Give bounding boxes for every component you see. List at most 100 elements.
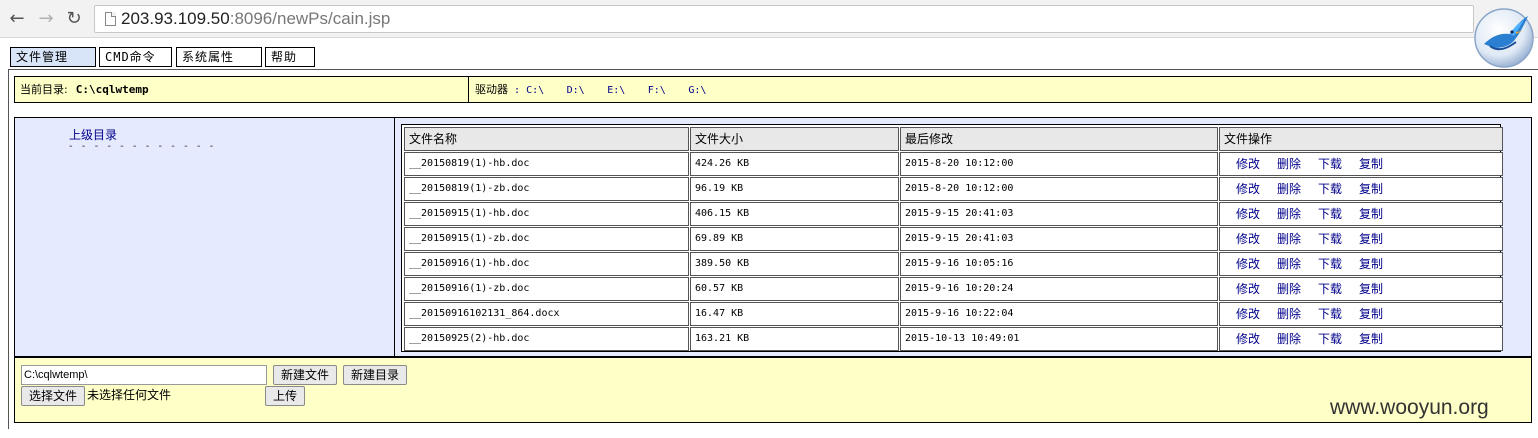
copy-link[interactable]: 复制 xyxy=(1359,282,1383,296)
upload-button[interactable]: 上传 xyxy=(265,386,305,406)
menu-system-properties[interactable]: 系统属性 xyxy=(176,47,262,67)
back-arrow-icon[interactable]: ← xyxy=(5,7,29,31)
cell-file-ops: 修改 删除 下载 复制 xyxy=(1219,252,1503,276)
watermark-text: www.wooyun.org xyxy=(1330,396,1489,419)
reload-icon[interactable]: ↻ xyxy=(62,7,86,31)
current-directory-value: C:\cqlwtemp xyxy=(75,83,149,96)
choose-file-button[interactable]: 选择文件 xyxy=(21,386,85,406)
forward-arrow-icon[interactable]: → xyxy=(34,7,58,31)
edit-link[interactable]: 修改 xyxy=(1236,332,1260,346)
drive-link-c[interactable]: C:\ xyxy=(526,85,544,96)
file-browser-panel: 上级目录 - - - - - - - - - - - - 文件名称 文件大小 最… xyxy=(14,117,1532,357)
edit-link[interactable]: 修改 xyxy=(1236,307,1260,321)
cell-file-ops: 修改 删除 下载 复制 xyxy=(1219,152,1503,176)
bird-logo-icon xyxy=(1474,8,1534,68)
download-link[interactable]: 下载 xyxy=(1318,207,1342,221)
cell-file-size: 96.19 KB xyxy=(690,177,899,201)
cell-file-name: __20150925(2)-hb.doc xyxy=(404,327,689,351)
download-link[interactable]: 下载 xyxy=(1318,307,1342,321)
cell-file-ops: 修改 删除 下载 复制 xyxy=(1219,177,1503,201)
delete-link[interactable]: 删除 xyxy=(1277,182,1301,196)
edit-link[interactable]: 修改 xyxy=(1236,182,1260,196)
cell-last-modified: 2015-10-13 10:49:01 xyxy=(900,327,1218,351)
copy-link[interactable]: 复制 xyxy=(1359,182,1383,196)
edit-link[interactable]: 修改 xyxy=(1236,207,1260,221)
cell-file-size: 163.21 KB xyxy=(690,327,899,351)
cell-file-name: __20150819(1)-zb.doc xyxy=(404,177,689,201)
new-directory-button[interactable]: 新建目录 xyxy=(343,365,407,385)
cell-file-name: __20150915(1)-zb.doc xyxy=(404,227,689,251)
current-directory: 当前目录: C:\cqlwtemp xyxy=(15,77,469,102)
path-bar: 当前目录: C:\cqlwtemp 驱动器 : C:\ D:\ E:\ F:\ G… xyxy=(14,76,1532,103)
drives-colon: : xyxy=(508,85,527,96)
action-panel: 新建文件 新建目录 选择文件 未选择任何文件 上传 xyxy=(14,357,1532,423)
path-input[interactable] xyxy=(21,365,267,385)
delete-link[interactable]: 删除 xyxy=(1277,307,1301,321)
delete-link[interactable]: 删除 xyxy=(1277,232,1301,246)
cell-file-size: 16.47 KB xyxy=(690,302,899,326)
dashed-divider: - - - - - - - - - - - - xyxy=(69,141,217,152)
cell-file-ops: 修改 删除 下载 复制 xyxy=(1219,327,1503,351)
header-last-modified: 最后修改 xyxy=(900,127,1218,151)
new-file-button[interactable]: 新建文件 xyxy=(273,365,337,385)
copy-link[interactable]: 复制 xyxy=(1359,207,1383,221)
cell-last-modified: 2015-9-16 10:20:24 xyxy=(900,277,1218,301)
drive-link-e[interactable]: E:\ xyxy=(607,85,625,96)
url-path: :8096/newPs/cain.jsp xyxy=(229,9,391,28)
edit-link[interactable]: 修改 xyxy=(1236,232,1260,246)
cell-file-size: 60.57 KB xyxy=(690,277,899,301)
address-bar[interactable]: 203.93.109.50:8096/newPs/cain.jsp xyxy=(94,5,1474,33)
delete-link[interactable]: 删除 xyxy=(1277,207,1301,221)
drives-label: 驱动器 xyxy=(475,83,508,96)
browser-toolbar: ← → ↻ 203.93.109.50:8096/newPs/cain.jsp xyxy=(0,0,1538,38)
cell-last-modified: 2015-9-16 10:22:04 xyxy=(900,302,1218,326)
cell-last-modified: 2015-8-20 10:12:00 xyxy=(900,177,1218,201)
cell-file-ops: 修改 删除 下载 复制 xyxy=(1219,202,1503,226)
menu-help[interactable]: 帮助 xyxy=(265,47,315,67)
download-link[interactable]: 下载 xyxy=(1318,232,1342,246)
edit-link[interactable]: 修改 xyxy=(1236,282,1260,296)
cell-file-ops: 修改 删除 下载 复制 xyxy=(1219,227,1503,251)
cell-file-name: __20150819(1)-hb.doc xyxy=(404,152,689,176)
download-link[interactable]: 下载 xyxy=(1318,157,1342,171)
cell-file-ops: 修改 删除 下载 复制 xyxy=(1219,277,1503,301)
header-file-size: 文件大小 xyxy=(690,127,899,151)
cell-file-size: 424.26 KB xyxy=(690,152,899,176)
copy-link[interactable]: 复制 xyxy=(1359,232,1383,246)
delete-link[interactable]: 删除 xyxy=(1277,282,1301,296)
page-icon xyxy=(105,12,116,26)
edit-link[interactable]: 修改 xyxy=(1236,157,1260,171)
cell-last-modified: 2015-9-15 20:41:03 xyxy=(900,227,1218,251)
cell-file-ops: 修改 删除 下载 复制 xyxy=(1219,302,1503,326)
edit-link[interactable]: 修改 xyxy=(1236,257,1260,271)
copy-link[interactable]: 复制 xyxy=(1359,157,1383,171)
cell-file-size: 69.89 KB xyxy=(690,227,899,251)
download-link[interactable]: 下载 xyxy=(1318,282,1342,296)
cell-file-name: __20150916(1)-zb.doc xyxy=(404,277,689,301)
menu-cmd[interactable]: CMD命令 xyxy=(99,47,172,67)
copy-link[interactable]: 复制 xyxy=(1359,332,1383,346)
copy-link[interactable]: 复制 xyxy=(1359,257,1383,271)
download-link[interactable]: 下载 xyxy=(1318,182,1342,196)
directory-tree-panel: 上级目录 - - - - - - - - - - - - xyxy=(15,118,395,356)
drive-link-d[interactable]: D:\ xyxy=(567,85,585,96)
url-host: 203.93.109.50 xyxy=(121,9,230,28)
delete-link[interactable]: 删除 xyxy=(1277,257,1301,271)
file-table: 文件名称 文件大小 最后修改 文件操作 __20150819(1)-hb.doc… xyxy=(401,124,1503,352)
delete-link[interactable]: 删除 xyxy=(1277,157,1301,171)
header-file-name: 文件名称 xyxy=(404,127,689,151)
menu-file-management[interactable]: 文件管理 xyxy=(10,47,96,67)
cell-file-size: 389.50 KB xyxy=(690,252,899,276)
cell-last-modified: 2015-9-15 20:41:03 xyxy=(900,202,1218,226)
copy-link[interactable]: 复制 xyxy=(1359,307,1383,321)
cell-file-size: 406.15 KB xyxy=(690,202,899,226)
current-directory-label: 当前目录: xyxy=(20,83,68,96)
no-file-selected-text: 未选择任何文件 xyxy=(87,388,172,402)
cell-last-modified: 2015-8-20 10:12:00 xyxy=(900,152,1218,176)
drive-link-f[interactable]: F:\ xyxy=(648,85,666,96)
download-link[interactable]: 下载 xyxy=(1318,257,1342,271)
url-text: 203.93.109.50:8096/newPs/cain.jsp xyxy=(121,9,390,29)
delete-link[interactable]: 删除 xyxy=(1277,332,1301,346)
download-link[interactable]: 下载 xyxy=(1318,332,1342,346)
drive-link-g[interactable]: G:\ xyxy=(688,85,706,96)
